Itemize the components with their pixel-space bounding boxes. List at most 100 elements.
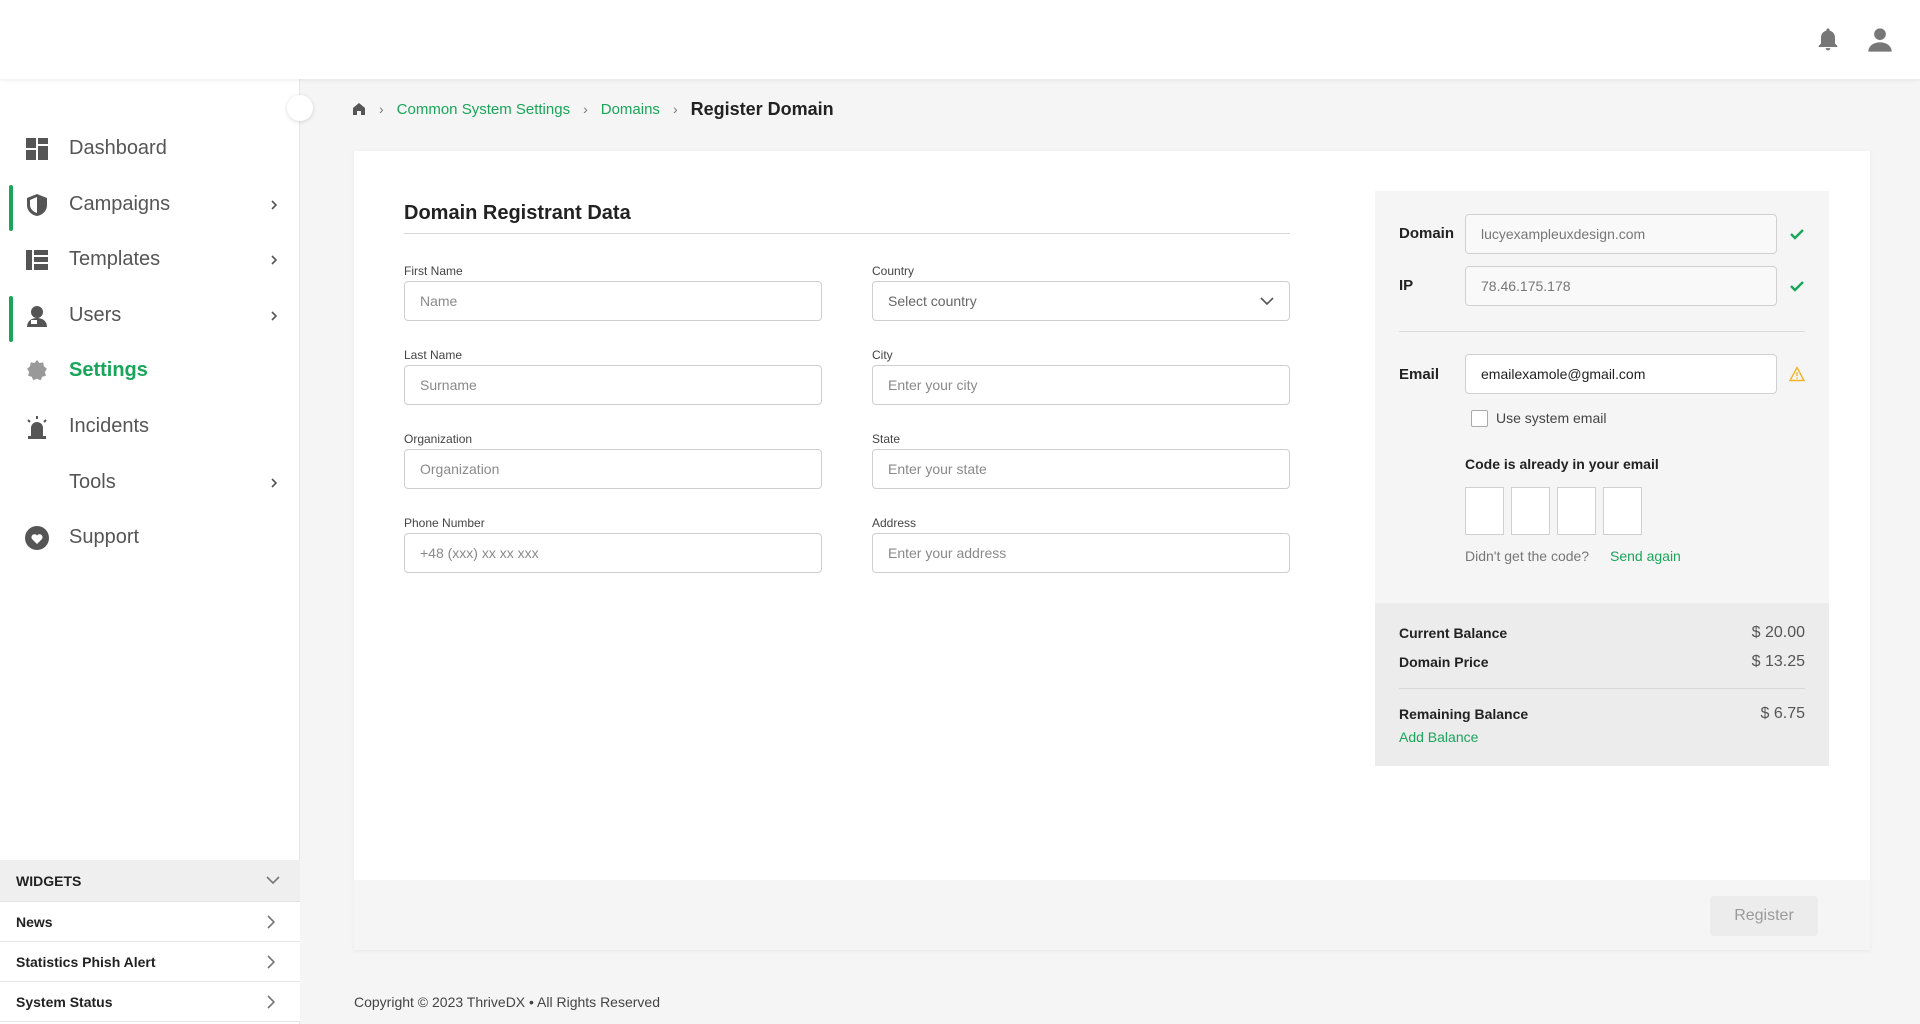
active-indicator xyxy=(9,296,13,342)
copyright: Copyright © 2023 ThriveDX • All Rights R… xyxy=(354,994,660,1010)
sidebar-item-label: Campaigns xyxy=(69,193,171,215)
first-name-label: First Name xyxy=(404,264,463,278)
state-input[interactable] xyxy=(872,449,1290,489)
active-indicator xyxy=(9,185,13,231)
register-domain-card: Domain Registrant Data First Name Last N… xyxy=(354,151,1870,950)
user-avatar-icon[interactable] xyxy=(1866,26,1894,54)
code-title: Code is already in your email xyxy=(1465,456,1659,472)
first-name-input[interactable] xyxy=(404,281,822,321)
sidebar-item-label: Settings xyxy=(69,359,148,381)
widget-item-system-status[interactable]: System Status xyxy=(0,982,300,1022)
widgets-header[interactable]: WIDGETS xyxy=(0,860,300,902)
sidebar-item-label: Tools xyxy=(69,471,116,493)
domain-summary-panel: Domain lucyexampleuxdesign.com IP 78.46.… xyxy=(1375,191,1829,766)
sidebar-item-tools[interactable]: Tools xyxy=(0,455,300,511)
city-input[interactable] xyxy=(872,365,1290,405)
code-digit-input[interactable] xyxy=(1511,487,1550,535)
last-name-label: Last Name xyxy=(404,348,463,362)
ip-label: IP xyxy=(1399,277,1414,294)
ip-field: 78.46.175.178 xyxy=(1465,266,1777,306)
current-balance-label: Current Balance xyxy=(1399,625,1508,641)
remaining-balance-label: Remaining Balance xyxy=(1399,706,1529,722)
breadcrumb-separator: › xyxy=(583,101,588,117)
balance-summary: Current Balance $ 20.00 Domain Price $ 1… xyxy=(1375,603,1829,766)
home-icon[interactable] xyxy=(352,102,366,116)
gear-icon xyxy=(27,360,47,381)
panel-divider xyxy=(1399,331,1805,332)
use-system-email-checkbox[interactable] xyxy=(1471,410,1488,427)
sidebar-item-label: Support xyxy=(69,526,140,548)
bell-icon[interactable] xyxy=(1814,26,1842,54)
breadcrumb-link-domains[interactable]: Domains xyxy=(601,101,660,118)
city-label: City xyxy=(872,348,893,362)
email-value: emailexamole@gmail.com xyxy=(1481,366,1646,382)
code-digit-input[interactable] xyxy=(1557,487,1596,535)
organization-label: Organization xyxy=(404,432,473,446)
phone-number-input[interactable] xyxy=(404,533,822,573)
country-select[interactable]: Select country xyxy=(872,281,1290,321)
last-name-input[interactable] xyxy=(404,365,822,405)
widgets-title: WIDGETS xyxy=(16,872,82,889)
chevron-right-icon xyxy=(267,995,276,1009)
sidebar-item-incidents[interactable]: Incidents xyxy=(0,399,300,455)
dashboard-icon xyxy=(26,138,48,160)
organization-input[interactable] xyxy=(404,449,822,489)
sidebar-item-users[interactable]: Users xyxy=(0,288,300,344)
shield-icon xyxy=(27,194,47,216)
check-icon xyxy=(1790,281,1804,292)
sidebar-item-label: Incidents xyxy=(69,415,150,437)
siren-icon xyxy=(27,416,47,439)
breadcrumb: › Common System Settings › Domains › Reg… xyxy=(352,97,834,121)
widget-item-label: System Status xyxy=(16,993,113,1010)
sidebar-item-campaigns[interactable]: Campaigns xyxy=(0,177,300,233)
send-again-link[interactable]: Send again xyxy=(1610,548,1681,564)
sidebar-item-label: Users xyxy=(69,304,122,326)
sidebar-item-dashboard[interactable]: Dashboard xyxy=(0,121,300,177)
ip-value: 78.46.175.178 xyxy=(1481,278,1571,294)
didnt-get-code-text: Didn't get the code? xyxy=(1465,548,1590,564)
country-label: Country xyxy=(872,264,915,278)
chevron-right-icon xyxy=(271,478,278,488)
address-label: Address xyxy=(872,516,917,530)
sidebar-item-templates[interactable]: Templates xyxy=(0,232,300,288)
email-input[interactable]: emailexamole@gmail.com xyxy=(1465,354,1777,394)
chevron-right-icon xyxy=(267,955,276,969)
chevron-right-icon xyxy=(271,255,278,265)
sidebar-item-support[interactable]: Support xyxy=(0,510,300,566)
card-footer: Register xyxy=(354,880,1870,950)
use-system-email-label[interactable]: Use system email xyxy=(1496,410,1606,426)
domain-field: lucyexampleuxdesign.com xyxy=(1465,214,1777,254)
current-balance-value: $ 20.00 xyxy=(1751,624,1805,641)
chevron-right-icon xyxy=(267,915,276,929)
state-label: State xyxy=(872,432,901,446)
sidebar-item-label: Dashboard xyxy=(69,137,167,159)
domain-value: lucyexampleuxdesign.com xyxy=(1481,226,1646,242)
add-balance-link[interactable]: Add Balance xyxy=(1399,729,1478,745)
domain-price-value: $ 13.25 xyxy=(1751,653,1805,670)
section-title: Domain Registrant Data xyxy=(404,202,631,224)
sidebar-item-label: Templates xyxy=(69,248,161,270)
widgets-panel: WIDGETS News Statistics Phish Alert Syst… xyxy=(0,860,300,1022)
country-select-value: Select country xyxy=(888,293,977,309)
sidebar-collapse-button[interactable] xyxy=(287,95,313,121)
remaining-balance-value: $ 6.75 xyxy=(1760,705,1805,722)
breadcrumb-separator: › xyxy=(672,101,678,117)
chevron-right-icon xyxy=(271,311,278,321)
chevron-down-icon xyxy=(266,876,280,885)
widget-item-statistics-phish-alert[interactable]: Statistics Phish Alert xyxy=(0,942,300,982)
page-title: Register Domain xyxy=(690,98,834,119)
register-button[interactable]: Register xyxy=(1710,896,1818,936)
widget-item-label: News xyxy=(16,913,53,930)
code-digit-input[interactable] xyxy=(1465,487,1504,535)
top-bar xyxy=(0,0,1920,79)
warning-icon xyxy=(1789,366,1805,382)
phone-number-label: Phone Number xyxy=(404,516,485,530)
widget-item-news[interactable]: News xyxy=(0,902,300,942)
address-input[interactable] xyxy=(872,533,1290,573)
section-divider xyxy=(404,233,1290,234)
check-icon xyxy=(1790,229,1804,240)
breadcrumb-link-common-system-settings[interactable]: Common System Settings xyxy=(397,101,570,118)
code-digit-input[interactable] xyxy=(1603,487,1642,535)
balance-divider xyxy=(1399,688,1805,689)
sidebar-item-settings[interactable]: Settings xyxy=(0,343,300,399)
